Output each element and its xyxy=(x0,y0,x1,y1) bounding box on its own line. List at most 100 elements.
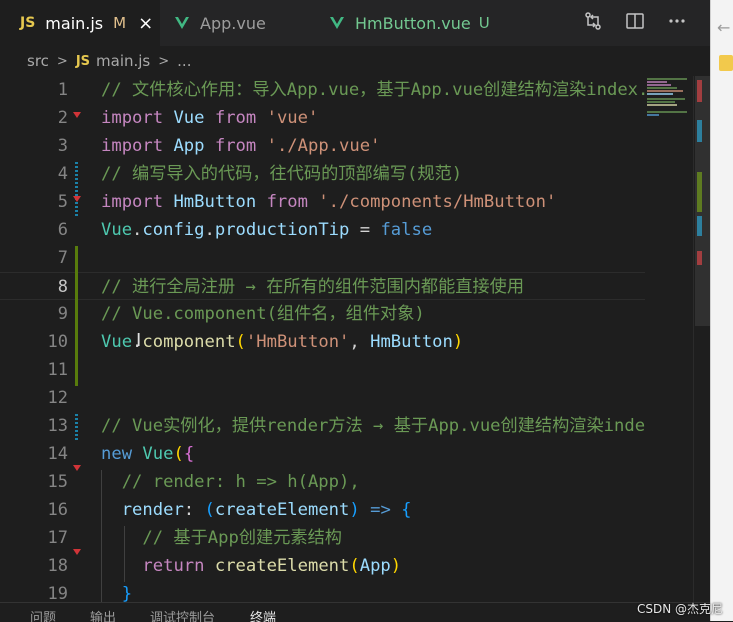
code-token: config xyxy=(142,220,205,240)
code-token: ) xyxy=(349,500,360,520)
code-line[interactable]: 11 xyxy=(0,356,645,384)
code-token: // render: h => h(App), xyxy=(101,472,360,492)
gutter-modified-marker xyxy=(75,190,78,218)
line-number: 7 xyxy=(57,248,68,268)
code-text: // 编写导入的代码，往代码的顶部编写(规范) xyxy=(101,160,462,188)
code-token: import xyxy=(101,192,174,212)
more-actions-icon[interactable] xyxy=(666,10,688,32)
code-token: ( xyxy=(204,500,215,520)
line-number: 6 xyxy=(57,220,68,240)
line-number: 12 xyxy=(47,388,68,408)
tab-hmbutton-vue[interactable]: HmButton.vue U xyxy=(315,0,490,46)
line-number: 18 xyxy=(47,556,68,576)
code-line[interactable]: 14 new Vue({ xyxy=(0,440,645,468)
tab-problems[interactable]: 问题 xyxy=(30,607,56,622)
code-text: // render: h => h(App), xyxy=(101,468,360,496)
line-number: 2 xyxy=(57,108,68,128)
gutter-added-marker xyxy=(75,246,78,386)
folder-icon xyxy=(719,55,733,71)
close-icon[interactable]: × xyxy=(138,13,153,34)
code-line[interactable]: 9 // Vue.component(组件名，组件对象) xyxy=(0,300,645,328)
code-line[interactable]: 15 // render: h => h(App), xyxy=(0,468,645,496)
tab-main-js[interactable]: JS main.js M × xyxy=(0,0,160,46)
code-text: Vue.component('HmButton', HmButton) xyxy=(101,328,463,356)
editor-tab-bar: JS main.js M × App.vue HmButton.vue U xyxy=(0,0,710,46)
chevron-right-icon: > xyxy=(158,53,170,69)
breadcrumb-symbols[interactable]: ... xyxy=(177,52,191,70)
breadcrumb-folder[interactable]: src xyxy=(27,52,49,70)
fold-marker-icon xyxy=(73,465,81,471)
code-text: return createElement(App) xyxy=(101,552,401,580)
code-line[interactable]: 17 // 基于App创建元素结构 xyxy=(0,524,645,552)
code-editor[interactable]: 19 } 18 return createElement(App) 17 // 基于… xyxy=(0,76,710,602)
line-number: 13 xyxy=(47,416,68,436)
code-token: { xyxy=(183,444,195,464)
code-text: } xyxy=(101,580,132,602)
js-file-icon: JS xyxy=(75,53,91,69)
fold-marker-icon xyxy=(73,549,81,555)
code-line[interactable]: 1 // 文件核心作用：导入App.vue，基于App.vue创建结构渲染inde… xyxy=(0,76,690,104)
code-token: from xyxy=(266,192,319,212)
code-line[interactable]: 3 import App from './App.vue' xyxy=(0,132,645,160)
tab-label: App.vue xyxy=(200,13,266,33)
code-line[interactable]: 2 import Vue from 'vue' xyxy=(0,104,645,132)
bottom-panel: 问题 输出 调试控制台 终端 xyxy=(0,602,710,622)
js-file-icon: JS xyxy=(20,15,36,31)
tab-debug-console[interactable]: 调试控制台 xyxy=(150,607,215,622)
code-text: // Vue实例化，提供render方法 → 基于App.vue创建结构渲染in… xyxy=(101,412,707,440)
tab-terminal[interactable]: 终端 xyxy=(250,607,276,622)
minimap[interactable] xyxy=(645,76,693,602)
code-token: './components/HmButton' xyxy=(318,192,557,212)
code-text: // 进行全局注册 → 在所有的组件范围内都能直接使用 xyxy=(101,273,524,301)
code-token: } xyxy=(121,584,133,602)
code-line[interactable]: 4 // 编写导入的代码，往代码的顶部编写(规范) xyxy=(0,160,645,188)
gutter-modified-marker xyxy=(75,414,78,442)
split-editor-icon[interactable] xyxy=(624,10,646,32)
line-number: 10 xyxy=(47,332,68,352)
line-number: 14 xyxy=(47,444,68,464)
line-number: 4 xyxy=(57,164,68,184)
code-token: createElement xyxy=(214,556,350,576)
code-token: return xyxy=(142,556,215,576)
code-line[interactable]: 16 render: (createElement) => { xyxy=(0,496,645,524)
indent-guide xyxy=(124,526,125,582)
breadcrumb-file[interactable]: main.js xyxy=(96,52,150,70)
code-token: , xyxy=(349,332,371,352)
code-text: Vue.config.productionTip = false xyxy=(101,216,432,244)
back-arrow-icon[interactable]: ← xyxy=(717,18,730,37)
indent-guide xyxy=(101,470,102,602)
compare-changes-icon[interactable] xyxy=(582,10,604,32)
tab-output[interactable]: 输出 xyxy=(90,607,116,622)
scrollbar-thumb[interactable] xyxy=(695,76,710,326)
code-line[interactable]: 19 } xyxy=(0,580,645,602)
line-number: 3 xyxy=(57,136,68,156)
code-line[interactable]: 8 // 进行全局注册 → 在所有的组件范围内都能直接使用 xyxy=(0,272,645,300)
code-line[interactable]: 18 return createElement(App) xyxy=(0,552,645,580)
code-token: : xyxy=(183,500,205,520)
fold-marker-icon xyxy=(73,196,81,202)
line-number: 11 xyxy=(47,360,68,380)
code-token: HmButton xyxy=(370,332,453,352)
code-token: // Vue.component(组件名，组件对象) xyxy=(101,304,425,324)
code-line[interactable]: 12 xyxy=(0,384,645,412)
line-number: 1 xyxy=(57,80,68,100)
mouse-ibeam-cursor: I xyxy=(136,330,142,351)
code-token: import xyxy=(101,108,174,128)
code-line[interactable]: 10 Vue.component('HmButton', HmButton) xyxy=(0,328,645,356)
code-line[interactable]: 6 Vue.config.productionTip = false xyxy=(0,216,645,244)
code-line[interactable]: 7 xyxy=(0,244,645,272)
chevron-right-icon: > xyxy=(56,53,68,69)
vertical-scrollbar[interactable] xyxy=(693,76,711,602)
line-number: 15 xyxy=(47,472,68,492)
code-token: ( xyxy=(349,556,360,576)
tab-app-vue[interactable]: App.vue xyxy=(160,0,315,46)
code-token: false xyxy=(380,220,433,240)
code-line[interactable]: 13 // Vue实例化，提供render方法 → 基于App.vue创建结构渲染… xyxy=(0,412,708,440)
code-text: import Vue from 'vue' xyxy=(101,104,318,132)
code-token: App xyxy=(173,136,215,156)
code-line[interactable]: 5 import HmButton from './components/HmBu… xyxy=(0,188,645,216)
editor-actions xyxy=(582,10,688,32)
